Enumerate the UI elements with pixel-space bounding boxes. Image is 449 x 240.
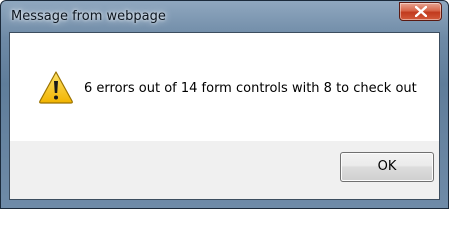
ok-button[interactable]: OK xyxy=(340,152,434,182)
close-button[interactable] xyxy=(399,2,442,21)
dialog-client-area: 6 errors out of 14 form controls with 8 … xyxy=(9,32,440,200)
dialog-window: Message from webpage 6 errors out of 14 … xyxy=(0,0,449,209)
message-area: 6 errors out of 14 form controls with 8 … xyxy=(10,33,439,141)
title-bar[interactable]: Message from webpage xyxy=(1,1,448,33)
warning-icon xyxy=(39,71,73,104)
dialog-message: 6 errors out of 14 form controls with 8 … xyxy=(84,81,417,96)
window-title: Message from webpage xyxy=(11,9,166,24)
close-icon xyxy=(415,6,427,17)
